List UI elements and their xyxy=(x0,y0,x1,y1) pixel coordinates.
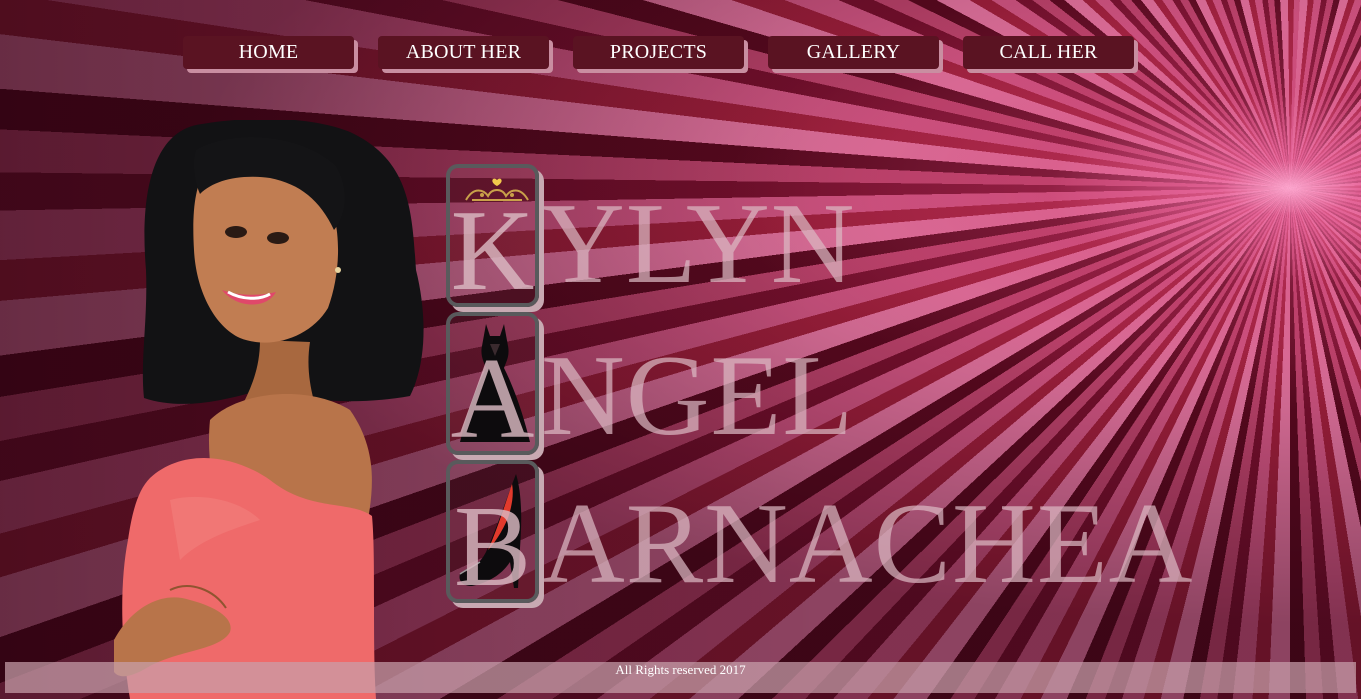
name-line-first: K YLYN xyxy=(446,164,856,315)
nav-gallery-button[interactable]: GALLERY xyxy=(768,36,939,69)
initial-letter-k: K xyxy=(450,187,535,315)
footer-bar: All Rights reserved 2017 xyxy=(5,662,1356,693)
name-last-rest: ARNACHEA xyxy=(541,480,1194,608)
nav-projects-button[interactable]: PROJECTS xyxy=(573,36,744,69)
initial-box-b: B xyxy=(446,460,539,611)
name-line-middle: A NGEL xyxy=(446,312,855,463)
initial-box-k: K xyxy=(446,164,539,315)
nav-home-button[interactable]: HOME xyxy=(183,36,354,69)
initial-letter-a: A xyxy=(450,335,535,463)
initial-letter-b: B xyxy=(453,483,532,611)
footer-copyright: All Rights reserved 2017 xyxy=(615,662,746,677)
name-middle-rest: NGEL xyxy=(541,332,855,460)
initial-box-a: A xyxy=(446,312,539,463)
portrait-image xyxy=(114,120,424,699)
nav-call-her-button[interactable]: CALL HER xyxy=(963,36,1134,69)
name-first-rest: YLYN xyxy=(541,180,856,308)
nav-about-her-button[interactable]: ABOUT HER xyxy=(378,36,549,69)
name-line-last: B ARNACHEA xyxy=(446,460,1194,611)
main-nav: HOME ABOUT HER PROJECTS GALLERY CALL HER xyxy=(183,36,1134,69)
